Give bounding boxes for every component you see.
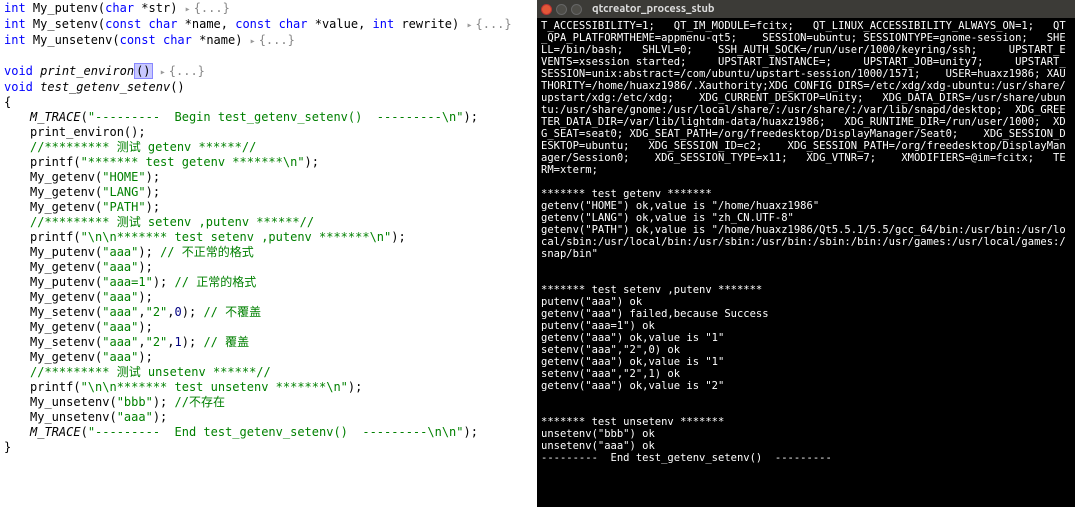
terminal-window: qtcreator_process_stub T_ACCESSIBILITY=1… <box>537 0 1075 507</box>
code-line[interactable]: int My_setenv(const char *name, const ch… <box>2 17 535 33</box>
code-line[interactable] <box>2 49 535 64</box>
terminal-line <box>541 272 1071 284</box>
code-line[interactable]: M_TRACE("--------- Begin test_getenv_set… <box>2 110 535 125</box>
fold-marker[interactable]: {...} <box>466 17 511 31</box>
fold-marker[interactable]: {...} <box>250 33 295 47</box>
terminal-line: unsetenv("bbb") ok <box>541 428 1071 440</box>
code-line[interactable]: printf("\n\n******* test unsetenv ******… <box>2 380 535 395</box>
maximize-icon[interactable] <box>571 4 582 15</box>
code-line[interactable]: My_getenv("HOME"); <box>2 170 535 185</box>
terminal-line: setenv("aaa","2",1) ok <box>541 368 1071 380</box>
terminal-line: putenv("aaa") ok <box>541 296 1071 308</box>
terminal-line <box>541 260 1071 272</box>
terminal-line: ******* test setenv ,putenv ******* <box>541 284 1071 296</box>
code-line[interactable]: int My_unsetenv(const char *name) {...} <box>2 33 535 49</box>
code-line[interactable]: My_putenv("aaa"); // 不正常的格式 <box>2 245 535 260</box>
terminal-line: ******* test unsetenv ******* <box>541 416 1071 428</box>
code-line[interactable]: void test_getenv_setenv() <box>2 80 535 95</box>
terminal-line: --------- End test_getenv_setenv() -----… <box>541 452 1071 464</box>
fold-marker[interactable]: {...} <box>185 1 230 15</box>
minimize-icon[interactable] <box>556 4 567 15</box>
terminal-line: unsetenv("aaa") ok <box>541 440 1071 452</box>
code-line[interactable]: My_getenv("aaa"); <box>2 320 535 335</box>
terminal-line: getenv("aaa") ok,value is "1" <box>541 332 1071 344</box>
code-line[interactable]: int My_putenv(char *str) {...} <box>2 1 535 17</box>
code-line[interactable]: My_getenv("aaa"); <box>2 290 535 305</box>
code-line[interactable]: //********* 测试 unsetenv ******// <box>2 365 535 380</box>
terminal-title: qtcreator_process_stub <box>592 3 714 15</box>
terminal-line <box>541 176 1071 188</box>
close-icon[interactable] <box>541 4 552 15</box>
terminal-line: getenv("aaa") ok,value is "1" <box>541 356 1071 368</box>
terminal-line: ******* test getenv ******* <box>541 188 1071 200</box>
terminal-line: putenv("aaa=1") ok <box>541 320 1071 332</box>
terminal-line: T_ACCESSIBILITY=1; QT_IM_MODULE=fcitx; Q… <box>541 20 1071 176</box>
terminal-line: setenv("aaa","2",0) ok <box>541 344 1071 356</box>
code-line[interactable]: My_setenv("aaa","2",0); // 不覆盖 <box>2 305 535 320</box>
code-line[interactable]: } <box>2 440 535 455</box>
terminal-titlebar[interactable]: qtcreator_process_stub <box>537 0 1075 18</box>
code-line[interactable]: My_unsetenv("bbb"); //不存在 <box>2 395 535 410</box>
code-line[interactable]: //********* 测试 getenv ******// <box>2 140 535 155</box>
terminal-line: getenv("HOME") ok,value is "/home/huaxz1… <box>541 200 1071 212</box>
code-line[interactable]: M_TRACE("--------- End test_getenv_seten… <box>2 425 535 440</box>
code-line[interactable]: My_putenv("aaa=1"); // 正常的格式 <box>2 275 535 290</box>
terminal-output[interactable]: T_ACCESSIBILITY=1; QT_IM_MODULE=fcitx; Q… <box>537 18 1075 507</box>
code-line[interactable]: My_setenv("aaa","2",1); // 覆盖 <box>2 335 535 350</box>
code-line[interactable]: My_getenv("aaa"); <box>2 260 535 275</box>
terminal-line: getenv("aaa") ok,value is "2" <box>541 380 1071 392</box>
code-line[interactable]: My_getenv("LANG"); <box>2 185 535 200</box>
code-line[interactable]: print_environ(); <box>2 125 535 140</box>
code-line[interactable]: My_unsetenv("aaa"); <box>2 410 535 425</box>
code-line[interactable]: My_getenv("aaa"); <box>2 350 535 365</box>
code-line[interactable]: { <box>2 95 535 110</box>
terminal-line: getenv("PATH") ok,value is "/home/huaxz1… <box>541 224 1071 260</box>
code-line[interactable]: printf("\n\n******* test setenv ,putenv … <box>2 230 535 245</box>
terminal-line: getenv("aaa") failed,because Success <box>541 308 1071 320</box>
terminal-line: getenv("LANG") ok,value is "zh_CN.UTF-8" <box>541 212 1071 224</box>
fold-marker[interactable]: {...} <box>160 64 205 78</box>
code-line[interactable]: printf("******* test getenv *******\n"); <box>2 155 535 170</box>
terminal-line <box>541 404 1071 416</box>
terminal-line <box>541 392 1071 404</box>
code-line[interactable]: //********* 测试 setenv ,putenv ******// <box>2 215 535 230</box>
code-line[interactable]: void print_environ() {...} <box>2 64 535 80</box>
code-line[interactable]: My_getenv("PATH"); <box>2 200 535 215</box>
code-editor[interactable]: int My_putenv(char *str) {...}int My_set… <box>0 0 537 507</box>
